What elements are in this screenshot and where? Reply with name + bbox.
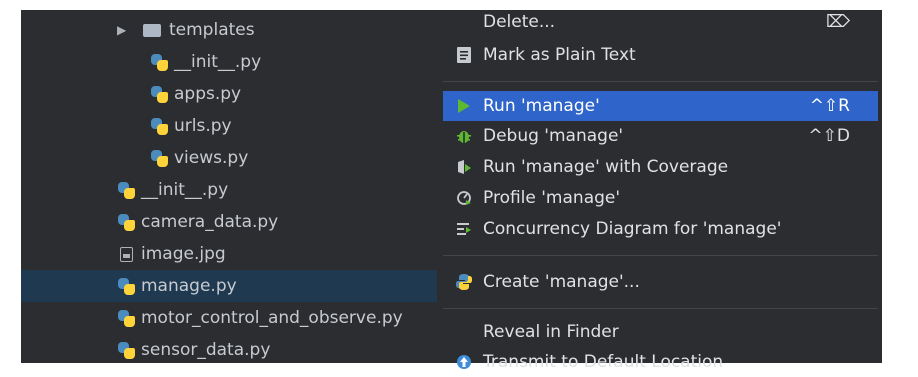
menu-item-profile[interactable]: Profile 'manage' — [443, 183, 878, 213]
tree-file[interactable]: camera_data.py — [21, 206, 441, 238]
tree-item-label: sensor_data.py — [141, 340, 271, 360]
menu-separator — [443, 255, 878, 256]
shortcut: ^⇧R — [809, 96, 850, 116]
tree-file[interactable]: __init__.py — [21, 46, 441, 78]
concurrency-icon — [453, 218, 475, 240]
menu-item-create-config[interactable]: Create 'manage'... — [443, 267, 878, 297]
python-file-icon — [117, 308, 137, 328]
chevron-right-icon[interactable]: ▶ — [117, 23, 129, 37]
delete-icon — [453, 11, 475, 33]
python-file-icon — [117, 180, 137, 200]
python-file-icon — [117, 276, 137, 296]
tree-item-label: __init__.py — [174, 52, 262, 72]
tree-file[interactable]: views.py — [21, 142, 441, 174]
menu-item-mark-plain-text[interactable]: Mark as Plain Text — [443, 40, 878, 70]
folder-icon — [143, 24, 161, 37]
tree-item-label: motor_control_and_observe.py — [141, 308, 403, 328]
python-file-icon — [150, 116, 170, 136]
menu-item-debug[interactable]: Debug 'manage' ^⇧D — [443, 121, 878, 151]
menu-item-transmit[interactable]: Transmit to Default Location — [443, 347, 878, 377]
run-icon — [453, 95, 475, 117]
python-file-icon — [150, 148, 170, 168]
tree-file[interactable]: image.jpg — [21, 238, 441, 270]
tree-item-label: __init__.py — [141, 180, 229, 200]
profile-icon — [453, 187, 475, 209]
tree-file[interactable]: __init__.py — [21, 174, 441, 206]
background-area — [882, 10, 918, 363]
python-file-icon — [150, 84, 170, 104]
menu-item-run-coverage[interactable]: Run 'manage' with Coverage — [443, 152, 878, 182]
menu-item-run[interactable]: Run 'manage' ^⇧R — [443, 91, 878, 121]
menu-separator — [443, 81, 878, 82]
debug-icon — [453, 125, 475, 147]
tree-item-label: camera_data.py — [141, 212, 279, 232]
menu-item-concurrency-diagram[interactable]: Concurrency Diagram for 'manage' — [443, 214, 878, 244]
tree-item-label: templates — [169, 20, 255, 40]
transmit-icon — [453, 351, 475, 373]
python-file-icon — [150, 52, 170, 72]
tree-item-label: views.py — [174, 148, 249, 168]
tree-file[interactable]: urls.py — [21, 110, 441, 142]
tree-file-selected[interactable]: manage.py — [21, 270, 441, 302]
menu-item-reveal-in-finder[interactable]: Reveal in Finder — [443, 317, 878, 347]
python-file-icon — [117, 212, 137, 232]
menu-item-delete[interactable]: Delete... ⌦ — [443, 7, 878, 37]
tree-item-label: image.jpg — [141, 244, 226, 264]
shortcut: ^⇧D — [808, 126, 850, 146]
menu-separator — [443, 308, 878, 309]
context-menu: Delete... ⌦ Mark as Plain Text Run 'mana… — [437, 7, 882, 372]
plain-text-icon — [453, 44, 475, 66]
blank-icon — [453, 321, 475, 343]
tree-file[interactable]: sensor_data.py — [21, 334, 441, 363]
tree-item-label: urls.py — [174, 116, 232, 136]
tree-item-label: manage.py — [141, 276, 237, 296]
tree-folder-templates[interactable]: ▶ templates — [21, 14, 441, 46]
python-file-icon — [117, 340, 137, 360]
project-tree: ▶ templates __init__.py apps.py urls.py … — [21, 10, 441, 363]
tree-file[interactable]: apps.py — [21, 78, 441, 110]
python-icon — [453, 271, 475, 293]
coverage-icon — [453, 156, 475, 178]
tree-item-label: apps.py — [174, 84, 242, 104]
tree-file[interactable]: motor_control_and_observe.py — [21, 302, 441, 334]
shortcut: ⌦ — [825, 12, 850, 32]
image-file-icon — [120, 246, 133, 262]
